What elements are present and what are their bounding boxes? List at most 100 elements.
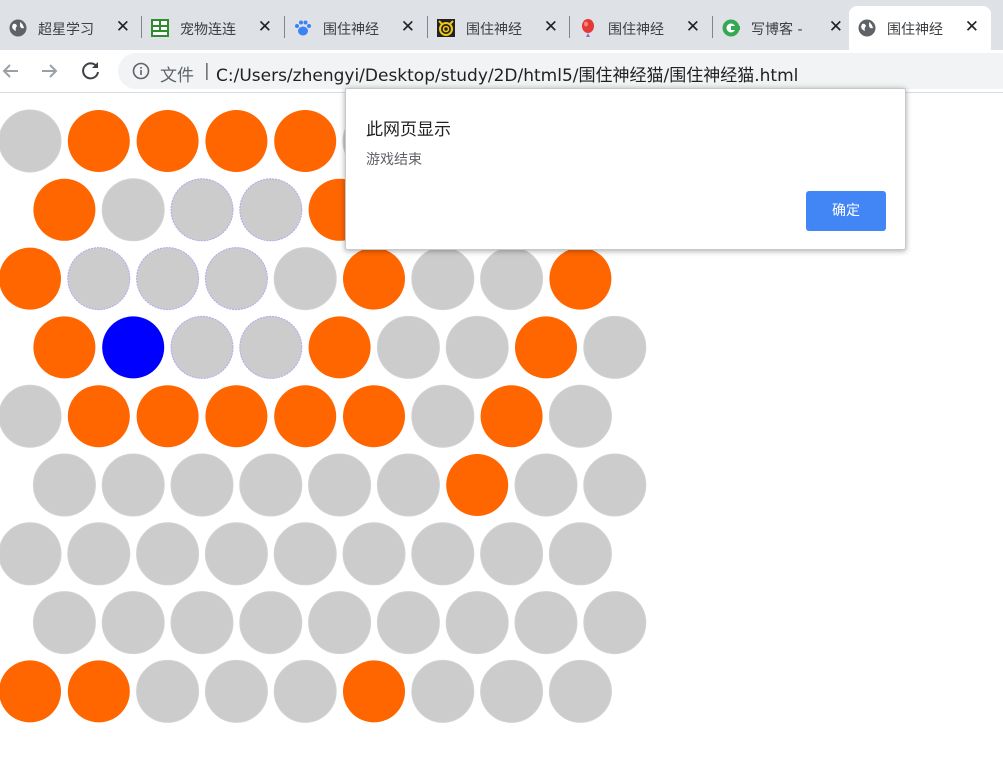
- blocked-cell[interactable]: [480, 385, 543, 448]
- empty-cell[interactable]: [239, 453, 303, 517]
- empty-cell[interactable]: [308, 591, 372, 655]
- empty-cell[interactable]: [514, 453, 578, 517]
- blocked-cell[interactable]: [343, 385, 405, 448]
- cat-cell[interactable]: [102, 316, 165, 379]
- empty-cell[interactable]: [136, 247, 200, 311]
- close-tab-icon[interactable]: ✕: [544, 17, 558, 37]
- url-text[interactable]: C:/Users/zhengyi/Desktop/study/2D/html5/…: [216, 61, 798, 86]
- blocked-cell[interactable]: [446, 454, 509, 516]
- close-tab-icon[interactable]: ✕: [829, 17, 843, 37]
- browser-tab[interactable]: 围住神经 ✕: [428, 6, 570, 50]
- browser-tab[interactable]: 超星学习 ✕: [0, 6, 142, 50]
- browser-tab[interactable]: 写博客 - ✕: [713, 6, 855, 50]
- empty-cell[interactable]: [204, 659, 268, 723]
- blocked-cell[interactable]: [67, 660, 130, 723]
- close-tab-icon[interactable]: ✕: [258, 17, 272, 37]
- empty-cell[interactable]: [67, 522, 131, 586]
- empty-cell[interactable]: [239, 591, 303, 655]
- empty-cell[interactable]: [583, 315, 647, 379]
- empty-cell[interactable]: [548, 384, 612, 448]
- blocked-cell[interactable]: [308, 316, 371, 379]
- empty-cell[interactable]: [136, 659, 200, 723]
- empty-cell[interactable]: [239, 315, 303, 379]
- blocked-cell[interactable]: [343, 247, 405, 310]
- empty-cell[interactable]: [170, 315, 234, 379]
- empty-cell[interactable]: [101, 178, 165, 242]
- blocked-cell[interactable]: [205, 110, 268, 172]
- close-tab-icon[interactable]: ✕: [116, 17, 130, 37]
- blocked-cell[interactable]: [549, 247, 612, 310]
- empty-cell[interactable]: [514, 591, 578, 655]
- browser-tab[interactable]: 围住神经 ✕: [285, 6, 427, 50]
- balloon-icon: [578, 18, 598, 38]
- empty-cell[interactable]: [101, 453, 165, 517]
- empty-cell[interactable]: [583, 591, 647, 655]
- forward-button[interactable]: [38, 58, 64, 84]
- empty-cell[interactable]: [273, 522, 337, 586]
- blocked-cell[interactable]: [343, 660, 405, 723]
- back-button[interactable]: [0, 58, 26, 84]
- empty-cell[interactable]: [32, 453, 96, 517]
- empty-cell[interactable]: [411, 384, 475, 448]
- empty-cell[interactable]: [342, 522, 406, 586]
- address-bar[interactable]: 文件 | C:/Users/zhengyi/Desktop/study/2D/h…: [118, 53, 1003, 89]
- blocked-cell[interactable]: [205, 385, 268, 448]
- empty-cell[interactable]: [204, 247, 268, 311]
- url-scheme-label: 文件: [160, 66, 194, 86]
- empty-cell[interactable]: [583, 453, 647, 517]
- empty-cell[interactable]: [445, 315, 509, 379]
- browser-tab[interactable]: 围住神经 ✕: [849, 6, 991, 50]
- tab-title: 围住神经: [608, 22, 664, 38]
- close-tab-icon[interactable]: ✕: [401, 17, 415, 37]
- reload-icon: [82, 62, 99, 80]
- empty-cell[interactable]: [273, 659, 337, 723]
- blocked-cell[interactable]: [136, 385, 199, 448]
- empty-cell[interactable]: [0, 522, 62, 586]
- empty-cell[interactable]: [411, 247, 475, 311]
- empty-cell[interactable]: [32, 591, 96, 655]
- empty-cell[interactable]: [170, 591, 234, 655]
- empty-cell[interactable]: [376, 315, 440, 379]
- empty-cell[interactable]: [67, 247, 131, 311]
- empty-cell[interactable]: [480, 659, 544, 723]
- blocked-cell[interactable]: [274, 110, 337, 172]
- blocked-cell[interactable]: [0, 660, 61, 723]
- blocked-cell[interactable]: [136, 110, 199, 172]
- empty-cell[interactable]: [273, 247, 337, 311]
- empty-cell[interactable]: [548, 522, 612, 586]
- ok-button[interactable]: 确定: [806, 191, 886, 231]
- empty-cell[interactable]: [411, 659, 475, 723]
- blocked-cell[interactable]: [67, 110, 130, 172]
- blocked-cell[interactable]: [515, 316, 577, 379]
- empty-cell[interactable]: [445, 591, 509, 655]
- empty-cell[interactable]: [480, 247, 544, 311]
- reload-button[interactable]: [78, 58, 104, 84]
- empty-cell[interactable]: [170, 178, 234, 242]
- tab-title: 围住神经: [323, 22, 379, 38]
- empty-cell[interactable]: [0, 384, 62, 448]
- url-divider: |: [204, 61, 210, 81]
- empty-cell[interactable]: [308, 453, 372, 517]
- empty-cell[interactable]: [239, 178, 303, 242]
- empty-cell[interactable]: [548, 659, 612, 723]
- blocked-cell[interactable]: [33, 178, 96, 241]
- blocked-cell[interactable]: [33, 316, 96, 379]
- empty-cell[interactable]: [0, 109, 62, 173]
- browser-tab[interactable]: 围住神经 ✕: [570, 6, 712, 50]
- empty-cell[interactable]: [170, 453, 234, 517]
- empty-cell[interactable]: [376, 453, 440, 517]
- empty-cell[interactable]: [101, 591, 165, 655]
- close-tab-icon[interactable]: ✕: [965, 17, 979, 37]
- empty-cell[interactable]: [411, 522, 475, 586]
- blocked-cell[interactable]: [274, 385, 337, 448]
- empty-cell[interactable]: [136, 522, 200, 586]
- info-icon[interactable]: [132, 62, 150, 80]
- browser-tab[interactable]: 宠物连连 ✕: [142, 6, 284, 50]
- empty-cell[interactable]: [480, 522, 544, 586]
- blocked-cell[interactable]: [0, 247, 61, 310]
- empty-cell[interactable]: [376, 591, 440, 655]
- blocked-cell[interactable]: [67, 385, 130, 448]
- empty-cell[interactable]: [204, 522, 268, 586]
- close-tab-icon[interactable]: ✕: [686, 17, 700, 37]
- csdn-logo-icon: [721, 18, 741, 38]
